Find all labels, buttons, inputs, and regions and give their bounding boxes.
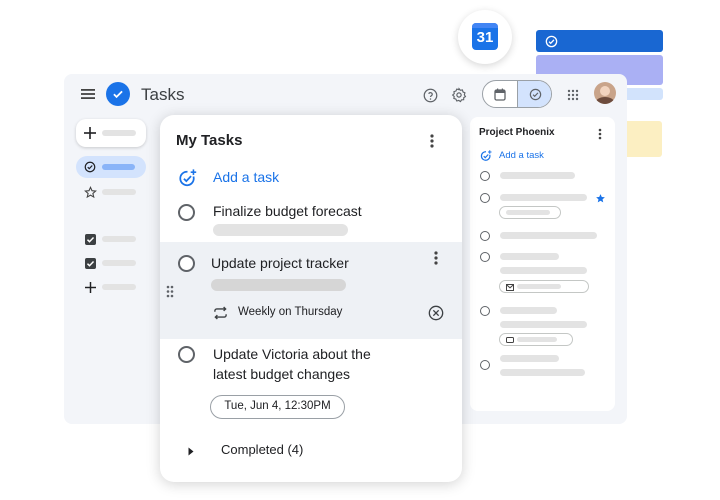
expand-arrow-icon[interactable] — [186, 445, 196, 457]
add-task-label[interactable]: Add a task — [213, 169, 279, 185]
task-placeholder — [500, 172, 575, 179]
drag-handle-icon[interactable] — [164, 283, 176, 299]
task-placeholder — [500, 253, 559, 260]
task-chip-chat — [499, 333, 573, 346]
task-details-placeholder — [213, 224, 348, 236]
calendar-badge: 31 — [458, 10, 512, 64]
list-title: My Tasks — [176, 132, 243, 149]
task-placeholder — [500, 355, 559, 362]
star-icon — [83, 185, 97, 199]
task-checkbox[interactable] — [178, 255, 195, 272]
clear-repeat-icon[interactable] — [427, 304, 445, 322]
due-date-chip[interactable]: Tue, Jun 4, 12:30PM — [210, 395, 345, 419]
task-checkbox[interactable] — [480, 193, 490, 203]
sidebar-list-1[interactable] — [76, 229, 146, 249]
help-icon[interactable] — [422, 87, 438, 103]
calendar-day: 31 — [476, 29, 494, 46]
task-checkbox[interactable] — [178, 346, 195, 363]
task-checkbox[interactable] — [480, 360, 490, 370]
view-switcher — [482, 80, 552, 108]
task-title-line2[interactable]: latest budget changes — [213, 366, 350, 382]
calendar-icon: 31 — [472, 23, 498, 50]
task-title[interactable]: Finalize budget forecast — [213, 203, 362, 219]
more-vert-icon[interactable] — [430, 250, 442, 266]
side-list-card: Project Phoenix Add a task — [470, 117, 615, 411]
task-placeholder — [500, 194, 587, 201]
star-filled-icon[interactable] — [594, 192, 606, 204]
plus-icon — [84, 281, 96, 293]
task-placeholder — [500, 369, 585, 376]
task-chip-email — [499, 280, 589, 293]
gear-icon[interactable] — [451, 87, 467, 103]
task-checkbox[interactable] — [480, 306, 490, 316]
sidebar-create-list[interactable] — [76, 277, 146, 297]
completed-section-label[interactable]: Completed (4) — [221, 442, 303, 457]
tasks-view-icon[interactable] — [517, 81, 551, 107]
app-title: Tasks — [141, 85, 185, 104]
task-checkbox[interactable] — [178, 204, 195, 221]
add-task-icon[interactable] — [177, 168, 197, 188]
task-chip — [499, 206, 561, 219]
create-button[interactable] — [76, 119, 146, 147]
due-date-label: Tue, Jun 4, 12:30PM — [224, 400, 331, 412]
task-title[interactable]: Update project tracker — [211, 255, 349, 271]
side-list-title: Project Phoenix — [479, 127, 555, 138]
checkbox-checked-icon — [84, 233, 96, 245]
side-add-task-label[interactable]: Add a task — [499, 150, 544, 161]
plus-icon — [83, 126, 97, 140]
repeat-icon — [212, 305, 228, 321]
task-placeholder — [500, 321, 587, 328]
repeat-label[interactable]: Weekly on Thursday — [238, 306, 342, 318]
mail-icon — [505, 283, 514, 291]
my-tasks-card: My Tasks Add a task Finalize budget fore… — [160, 115, 462, 482]
check-circle-icon — [83, 160, 97, 174]
hamburger-menu-icon[interactable] — [80, 86, 96, 102]
add-task-icon[interactable] — [479, 149, 492, 162]
more-vert-icon[interactable] — [426, 133, 438, 149]
check-circle-icon — [544, 34, 558, 48]
task-checkbox[interactable] — [480, 171, 490, 181]
tasks-logo-icon — [106, 82, 130, 106]
sidebar-item-starred[interactable] — [76, 182, 146, 202]
apps-grid-icon[interactable] — [566, 88, 580, 102]
task-checkbox[interactable] — [480, 231, 490, 241]
floating-card-blue — [536, 30, 663, 52]
calendar-view-icon[interactable] — [483, 81, 517, 107]
task-placeholder — [500, 267, 587, 274]
more-vert-icon[interactable] — [594, 127, 606, 141]
task-placeholder — [500, 307, 557, 314]
task-details-placeholder — [211, 279, 346, 291]
sidebar-item-all-tasks[interactable] — [76, 156, 146, 178]
user-avatar[interactable] — [594, 82, 616, 104]
task-checkbox[interactable] — [480, 252, 490, 262]
task-title-line1[interactable]: Update Victoria about the — [213, 346, 371, 362]
checkbox-checked-icon — [84, 257, 96, 269]
chat-icon — [505, 336, 514, 344]
sidebar-list-2[interactable] — [76, 253, 146, 273]
task-placeholder — [500, 232, 597, 239]
